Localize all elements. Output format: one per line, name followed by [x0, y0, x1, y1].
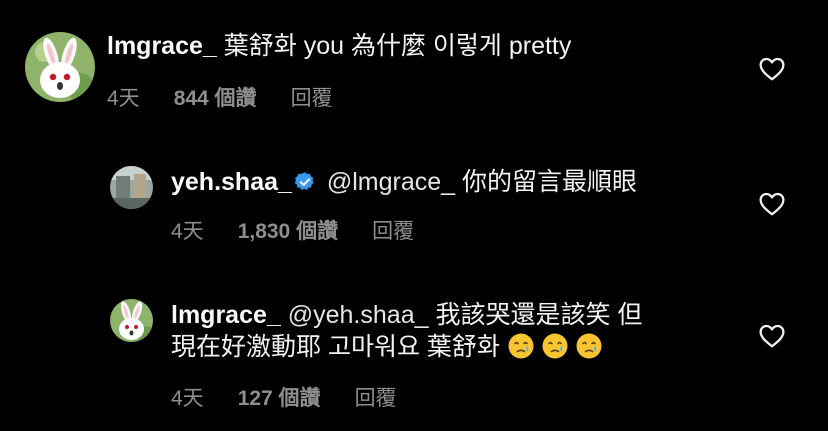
avatar[interactable] [110, 166, 153, 209]
mention-link[interactable]: @yeh.shaa_ [288, 301, 429, 329]
heart-outline-icon[interactable] [759, 57, 785, 81]
comment-message: 葉舒화 you 為什麼 이렇게 pretty [223, 32, 572, 60]
reply-button[interactable]: 回覆 [355, 382, 397, 412]
comment-meta: 4天 127 個讚 回覆 [171, 382, 397, 412]
mention-link[interactable]: @lmgrace_ [327, 168, 455, 196]
comment-text: lmgrace_ 葉舒화 you 為什麼 이렇게 pretty [107, 30, 571, 62]
comment-time: 4天 [171, 387, 204, 410]
comment-username[interactable]: yeh.shaa_ [171, 168, 292, 196]
avatar[interactable] [110, 299, 153, 342]
verified-badge-icon [294, 171, 316, 193]
comment-meta: 4天 1,830 個讚 回覆 [171, 215, 414, 245]
photo-avatar-image [110, 166, 153, 209]
face-holding-back-tears-emoji [507, 332, 535, 360]
comment-text-line-2: 現在好激動耶 고마워요 葉舒화 [171, 331, 642, 363]
comment-time: 4天 [107, 87, 140, 110]
heart-outline-icon[interactable] [759, 192, 785, 216]
avatar[interactable] [25, 32, 95, 102]
bunny-avatar-image [110, 299, 153, 342]
comment-likes[interactable]: 127 個讚 [238, 382, 321, 412]
comment-likes[interactable]: 844 個讚 [174, 82, 257, 112]
face-holding-back-tears-emoji [575, 332, 603, 360]
comment-text: yeh.shaa_ @lmgrace_ 你的留言最順眼 [171, 166, 637, 198]
comment-message: 你的留言最順眼 [462, 168, 638, 196]
comment-username[interactable]: lmgrace_ [107, 32, 217, 60]
comment-meta: 4天 844 個讚 回覆 [107, 82, 333, 112]
comment-username[interactable]: lmgrace_ [171, 301, 281, 329]
comment-message-line-2: 現在好激動耶 고마워요 葉舒화 [171, 333, 500, 361]
comment-text-line-1: lmgrace_ @yeh.shaa_ 我該哭還是該笑 但 [171, 299, 642, 331]
heart-outline-icon[interactable] [759, 324, 785, 348]
bunny-avatar-image [25, 32, 95, 102]
comment-likes[interactable]: 1,830 個讚 [238, 215, 338, 245]
comment-message-line-1: 我該哭還是該笑 但 [435, 301, 643, 329]
face-holding-back-tears-emoji [541, 332, 569, 360]
reply-button[interactable]: 回覆 [372, 215, 414, 245]
comment-time: 4天 [171, 220, 204, 243]
reply-button[interactable]: 回覆 [291, 82, 333, 112]
